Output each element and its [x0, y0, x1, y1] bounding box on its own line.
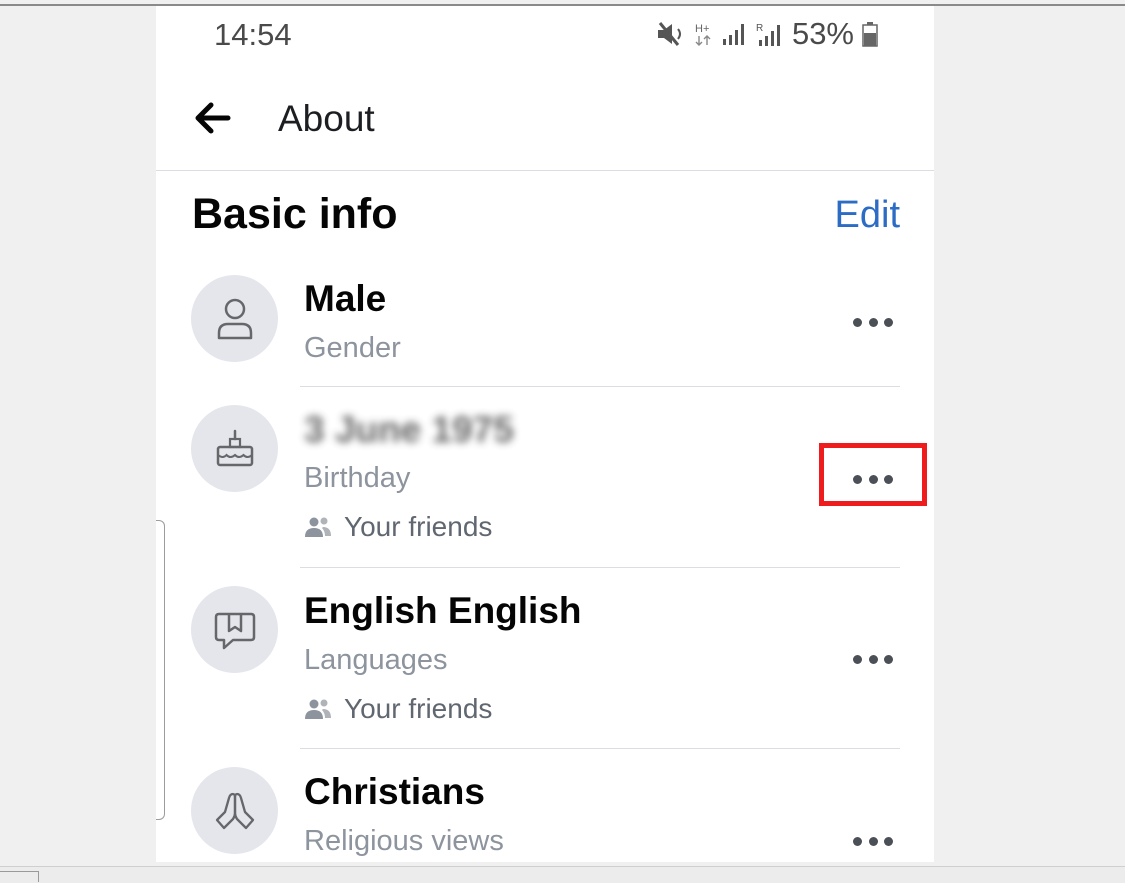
status-time: 14:54	[214, 17, 292, 52]
language-label: Languages	[304, 644, 448, 676]
mute-icon	[656, 21, 686, 47]
religion-value: Christians	[304, 771, 485, 812]
religion-label: Religious views	[304, 825, 504, 857]
app-header: About	[156, 68, 934, 171]
language-more-options-button[interactable]	[853, 644, 893, 674]
arrow-left-icon	[195, 102, 231, 134]
birthday-label: Birthday	[304, 462, 411, 494]
window-bottom-bar	[0, 866, 1125, 883]
network-type-icon: H+	[694, 21, 714, 47]
signal-roaming-icon: R	[756, 21, 784, 47]
religion-more-options-button[interactable]	[853, 826, 893, 856]
edit-button[interactable]: Edit	[835, 194, 900, 237]
person-icon	[191, 275, 278, 362]
status-icons: H+ R 53%	[656, 16, 878, 52]
language-value: English English	[304, 590, 582, 631]
friends-icon	[305, 517, 331, 537]
birthday-value: 3 June 1975	[304, 409, 514, 450]
side-bracket-decoration	[156, 520, 165, 820]
phone-screen: 14:54 H+ R 53% About Basic info Edit Mal…	[156, 6, 934, 862]
roaming-label: R	[756, 23, 763, 34]
birthday-cake-icon	[191, 405, 278, 492]
section-title: Basic info	[192, 190, 398, 238]
signal-strength-icon	[722, 22, 748, 46]
birthday-audience: Your friends	[304, 511, 492, 543]
audience-label: Your friends	[344, 693, 493, 724]
row-divider	[300, 748, 900, 749]
battery-icon	[862, 21, 878, 47]
audience-label: Your friends	[344, 511, 493, 542]
row-divider	[300, 386, 900, 387]
speech-bubble-icon	[191, 586, 278, 673]
page-title: About	[278, 98, 375, 139]
friends-icon	[305, 699, 331, 719]
gender-value: Male	[304, 278, 387, 319]
gender-more-options-button[interactable]	[853, 307, 893, 337]
highlight-box-annotation	[819, 443, 927, 506]
gender-label: Gender	[304, 332, 401, 364]
battery-percent: 53%	[791, 16, 854, 51]
back-button[interactable]	[192, 98, 240, 138]
language-audience: Your friends	[304, 693, 492, 725]
network-label: H+	[695, 23, 709, 35]
praying-hands-icon	[191, 767, 278, 854]
row-divider	[300, 567, 900, 568]
